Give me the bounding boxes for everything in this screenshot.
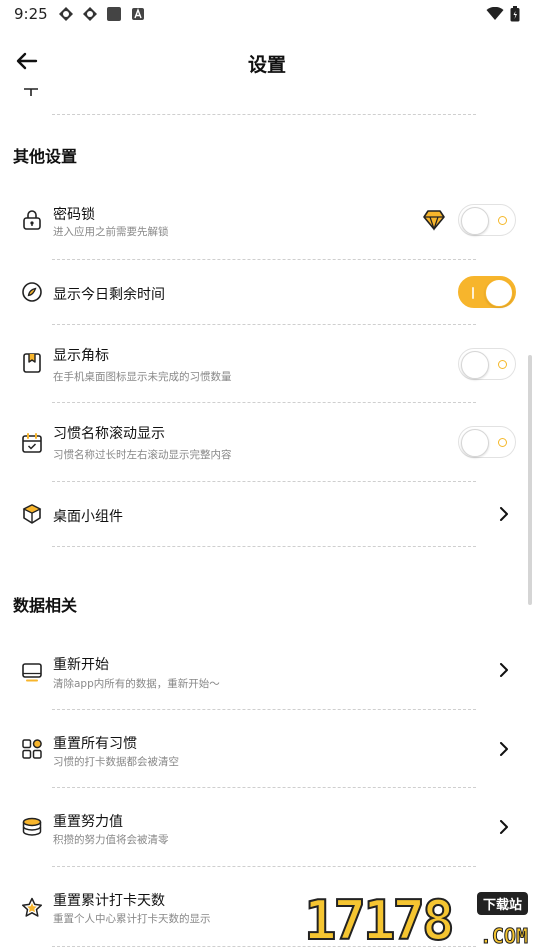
- divider: [52, 114, 476, 115]
- scrollbar[interactable]: [528, 355, 532, 605]
- section-title-data: 数据相关: [13, 596, 78, 615]
- toggle-off-mark: [498, 438, 507, 447]
- setting-title: 密码锁: [53, 207, 95, 223]
- chevron-right-icon[interactable]: [496, 506, 512, 522]
- setting-row-widget[interactable]: 桌面小组件: [0, 482, 534, 546]
- battery-icon: [510, 6, 520, 26]
- compass-icon: [20, 280, 44, 304]
- toggle-knob: [461, 207, 489, 235]
- coins-icon: [20, 815, 44, 839]
- setting-subtitle: 清除app内所有的数据，重新开始～: [53, 678, 220, 690]
- section-title-other: 其他设置: [13, 147, 78, 166]
- app-icon: [58, 6, 74, 22]
- toggle-off-mark: [498, 360, 507, 369]
- monitor-icon: [20, 660, 44, 684]
- setting-title: 重新开始: [53, 657, 109, 673]
- setting-row-reset-effort[interactable]: 重置努力值 积攒的努力值将会被清零: [0, 797, 534, 865]
- setting-title: 显示今日剩余时间: [53, 287, 165, 303]
- divider: [52, 866, 476, 867]
- toggle-knob: [485, 279, 513, 307]
- setting-subtitle: 习惯名称过长时左右滚动显示完整内容: [53, 449, 232, 461]
- a-icon: [130, 6, 146, 22]
- status-time: 9:25: [14, 5, 48, 23]
- divider: [52, 787, 476, 788]
- toggle-knob: [461, 429, 489, 457]
- setting-subtitle: 习惯的打卡数据都会被清空: [53, 756, 179, 768]
- lock-icon: [20, 208, 44, 232]
- setting-title: 桌面小组件: [53, 509, 123, 525]
- setting-title: 重置努力值: [53, 814, 123, 830]
- setting-title: 重置累计打卡天数: [53, 893, 165, 909]
- watermark-logo: 17178 下载站 .COM: [303, 889, 534, 950]
- setting-row-restart[interactable]: 重新开始 清除app内所有的数据，重新开始～: [0, 640, 534, 708]
- bookmark-icon: [20, 351, 44, 375]
- setting-title: 习惯名称滚动显示: [53, 426, 165, 442]
- setting-row-badge[interactable]: 显示角标 在手机桌面图标显示未完成的习惯数量: [0, 325, 534, 403]
- app-icon: [82, 6, 98, 22]
- grid-icon: [20, 737, 44, 761]
- toggle-knob: [461, 351, 489, 379]
- toggle-off-mark: [498, 216, 507, 225]
- status-bar: 9:25: [0, 0, 534, 28]
- divider: [52, 709, 476, 710]
- setting-title: 显示角标: [53, 348, 109, 364]
- star-icon: [20, 896, 44, 920]
- toggle-on-mark: [472, 287, 474, 299]
- chevron-right-icon[interactable]: [496, 741, 512, 757]
- stop-icon: [106, 6, 122, 22]
- divider: [52, 546, 476, 547]
- setting-subtitle: 进入应用之前需要先解锁: [53, 226, 169, 238]
- watermark-digits: 17178: [303, 889, 456, 950]
- remaining-time-toggle[interactable]: [458, 276, 516, 308]
- setting-row-password-lock[interactable]: 密码锁 进入应用之前需要先解锁: [0, 196, 534, 260]
- setting-row-remaining-time[interactable]: 显示今日剩余时间: [0, 260, 534, 324]
- chevron-right-icon[interactable]: [496, 819, 512, 835]
- app-header: 设置: [0, 40, 534, 84]
- watermark-tag: 下载站: [476, 892, 528, 915]
- calendar-icon: [20, 431, 44, 455]
- partial-item-icon: [22, 84, 40, 96]
- setting-subtitle: 积攒的努力值将会被清零: [53, 834, 169, 846]
- setting-title: 重置所有习惯: [53, 736, 137, 752]
- scroll-name-toggle[interactable]: [458, 426, 516, 458]
- setting-subtitle: 重置个人中心累计打卡天数的显示: [53, 913, 211, 925]
- badge-toggle[interactable]: [458, 348, 516, 380]
- cube-icon: [20, 502, 44, 526]
- wifi-icon: [486, 6, 504, 25]
- setting-row-reset-habits[interactable]: 重置所有习惯 习惯的打卡数据都会被清空: [0, 719, 534, 787]
- page-title: 设置: [247, 54, 286, 76]
- watermark-domain: .COM: [479, 924, 528, 949]
- setting-row-scroll-name[interactable]: 习惯名称滚动显示 习惯名称过长时左右滚动显示完整内容: [0, 403, 534, 481]
- password-lock-toggle[interactable]: [458, 204, 516, 236]
- chevron-right-icon[interactable]: [496, 662, 512, 678]
- status-right: [486, 6, 520, 26]
- setting-subtitle: 在手机桌面图标显示未完成的习惯数量: [53, 371, 232, 383]
- vip-diamond-icon: [422, 208, 446, 232]
